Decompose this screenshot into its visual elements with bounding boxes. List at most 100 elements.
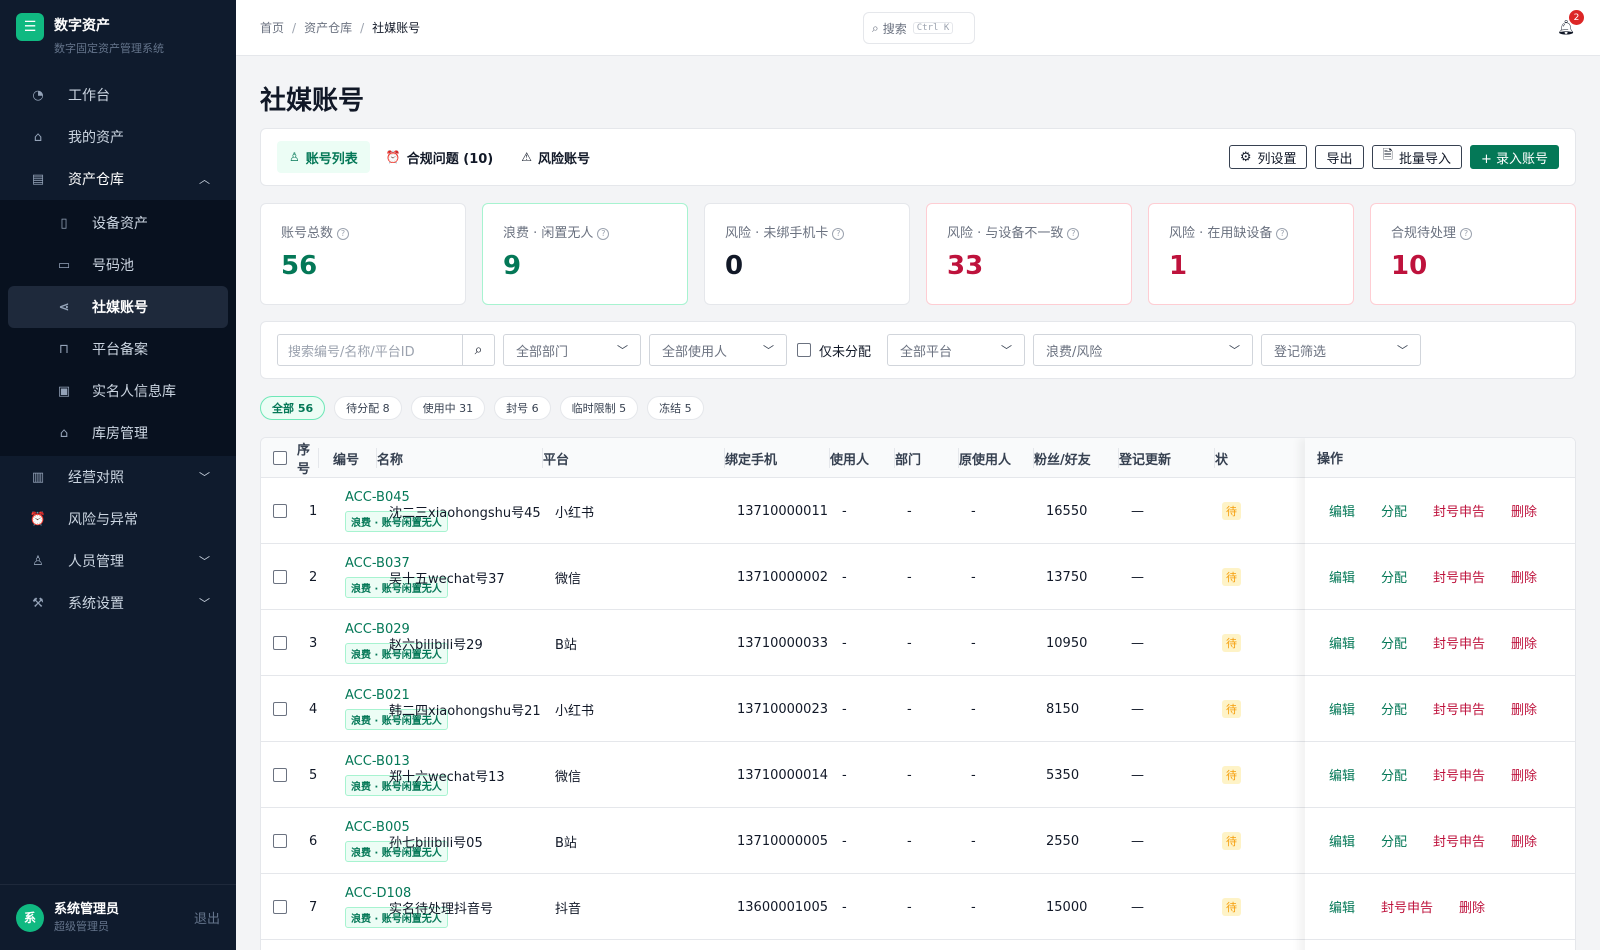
assign-button[interactable]: 分配	[1381, 765, 1407, 784]
export-button[interactable]: 导出	[1315, 145, 1364, 169]
status-pill[interactable]: 全部 56	[260, 396, 326, 420]
register-select[interactable]: 登记筛选 ﹀	[1261, 334, 1422, 366]
sidebar-item-people[interactable]: ♙ 人员管理 ﹀	[0, 540, 236, 582]
row-checkbox[interactable]	[273, 834, 287, 848]
card-icon: ▭	[57, 257, 71, 273]
edit-button[interactable]: 编辑	[1329, 501, 1355, 520]
assign-button[interactable]: 分配	[1381, 831, 1407, 850]
tab-account-list[interactable]: ♙ 账号列表	[277, 141, 370, 173]
unassigned-checkbox[interactable]: 仅未分配	[797, 341, 871, 360]
edit-button[interactable]: 编辑	[1329, 897, 1355, 916]
assign-button[interactable]: 分配	[1381, 567, 1407, 586]
filter-bar: 搜索编号/名称/平台ID ⌕ 全部部门 ﹀ 全部使用人 ﹀ 仅未分配 全部平台 ﹀ 浪…	[260, 321, 1576, 379]
sidebar-item-platform-filing[interactable]: ⊓ 平台备案	[0, 328, 236, 370]
dashboard-icon: ◔	[32, 87, 44, 103]
delete-button[interactable]: 删除	[1511, 501, 1537, 520]
edit-button[interactable]: 编辑	[1329, 633, 1355, 652]
global-search[interactable]: ⌕ 搜索 Ctrl K	[863, 12, 975, 44]
avatar[interactable]: 系	[16, 903, 44, 932]
stat-card[interactable]: 风险 · 在用缺设备? 1	[1148, 203, 1354, 305]
row-checkbox[interactable]	[273, 768, 287, 782]
sidebar-item-workbench[interactable]: ◔ 工作台	[0, 74, 236, 116]
sidebar-item-social-accounts[interactable]: ⋖ 社媒账号	[8, 286, 228, 328]
chevron-down-icon: ﹀	[199, 471, 210, 484]
cell-status: 待	[1222, 742, 1241, 808]
sidebar-item-devices[interactable]: ▯ 设备资产	[0, 202, 236, 244]
row-checkbox[interactable]	[273, 900, 287, 914]
status-pill[interactable]: 临时限制 5	[559, 396, 639, 420]
ban-report-button[interactable]: 封号申告	[1433, 699, 1485, 718]
assign-button[interactable]: 分配	[1381, 699, 1407, 718]
tab-compliance[interactable]: ⏰ 合规问题 (10)	[374, 141, 505, 173]
stat-card[interactable]: 账号总数? 56	[260, 203, 466, 305]
ban-report-button[interactable]: 封号申告	[1433, 501, 1485, 520]
sidebar-item-asset-warehouse[interactable]: ▤ 资产仓库 ︿	[0, 158, 236, 200]
tab-label: 合规问题 (10)	[406, 151, 494, 167]
row-checkbox[interactable]	[273, 570, 287, 584]
stat-card[interactable]: 风险 · 未绑手机卡? 0	[704, 203, 910, 305]
sidebar-item-settings[interactable]: ⚒ 系统设置 ﹀	[0, 582, 236, 624]
column-settings-button[interactable]: ⚙ 列设置	[1228, 145, 1308, 169]
assign-button[interactable]: 分配	[1381, 633, 1407, 652]
column-divider	[318, 448, 319, 468]
cell-dept: -	[907, 833, 912, 849]
edit-button[interactable]: 编辑	[1329, 567, 1355, 586]
sidebar-item-risk[interactable]: ⏰ 风险与异常	[0, 498, 236, 540]
waste-risk-select[interactable]: 浪费/风险 ﹀	[1033, 334, 1254, 366]
user-select[interactable]: 全部使用人 ﹀	[649, 334, 787, 366]
ban-report-button[interactable]: 封号申告	[1433, 831, 1485, 850]
assign-button[interactable]: 分配	[1381, 501, 1407, 520]
sidebar-item-storehouse[interactable]: ⌂ 库房管理	[0, 412, 236, 454]
status-pill[interactable]: 封号 6	[494, 396, 551, 420]
ops-row: 编辑 封号申告 删除	[1305, 874, 1575, 940]
ban-report-button[interactable]: 封号申告	[1433, 567, 1485, 586]
delete-button[interactable]: 删除	[1511, 567, 1537, 586]
ban-report-button[interactable]: 封号申告	[1433, 633, 1485, 652]
stat-card[interactable]: 浪费 · 闲置无人? 9	[482, 203, 688, 305]
status-pill[interactable]: 待分配 8	[334, 396, 402, 420]
sidebar-item-my-assets[interactable]: ⌂ 我的资产	[0, 116, 236, 158]
select-all-checkbox[interactable]	[273, 451, 287, 465]
sidebar-item-label: 经营对照	[68, 470, 124, 486]
sidebar-item-identity-db[interactable]: ▣ 实名人信息库	[0, 370, 236, 412]
notification-bell-icon[interactable]: 🔔︎ 2	[1556, 10, 1584, 38]
th-label: 部门	[895, 452, 922, 468]
cell-name: 郑十六wechat号13	[389, 769, 505, 785]
status-pill[interactable]: 冻结 5	[647, 396, 704, 420]
delete-button[interactable]: 删除	[1511, 831, 1537, 850]
platform-select[interactable]: 全部平台 ﹀	[887, 334, 1026, 366]
edit-button[interactable]: 编辑	[1329, 765, 1355, 784]
th-label: 平台	[543, 452, 570, 468]
logout-button[interactable]: 退出	[194, 908, 220, 927]
stat-card[interactable]: 合规待处理? 10	[1370, 203, 1576, 305]
user-bar: 系 系统管理员 超级管理员 退出	[0, 884, 236, 950]
edit-button[interactable]: 编辑	[1329, 831, 1355, 850]
add-account-button[interactable]: + 录入账号	[1469, 145, 1559, 169]
th-column: 使用人	[830, 438, 895, 478]
cell-name: 赵六bilibili号29	[389, 637, 483, 653]
batch-import-button[interactable]: 🗎︎ 批量导入	[1371, 145, 1462, 169]
delete-button[interactable]: 删除	[1459, 897, 1485, 916]
delete-button[interactable]: 删除	[1511, 765, 1537, 784]
search-button[interactable]: ⌕	[463, 334, 495, 366]
ban-report-button[interactable]: 封号申告	[1381, 897, 1433, 916]
row-checkbox[interactable]	[273, 636, 287, 650]
ban-report-button[interactable]: 封号申告	[1433, 765, 1485, 784]
cell-name: 孙七bilibili号05	[389, 835, 483, 851]
sidebar-item-number-pool[interactable]: ▭ 号码池	[0, 244, 236, 286]
breadcrumb-home[interactable]: 首页	[260, 21, 284, 35]
stat-card[interactable]: 风险 · 与设备不一致? 33	[926, 203, 1132, 305]
checkbox[interactable]	[797, 343, 811, 357]
search-input[interactable]: 搜索编号/名称/平台ID	[277, 334, 463, 366]
sidebar-item-business-compare[interactable]: ▥ 经营对照 ﹀	[0, 456, 236, 498]
row-checkbox[interactable]	[273, 702, 287, 716]
breadcrumb-warehouse[interactable]: 资产仓库	[304, 21, 352, 35]
tab-risk-accounts[interactable]: ⚠ 风险账号	[509, 141, 602, 173]
dept-select[interactable]: 全部部门 ﹀	[503, 334, 641, 366]
stat-label: 合规待处理?	[1391, 222, 1555, 241]
delete-button[interactable]: 删除	[1511, 633, 1537, 652]
row-checkbox[interactable]	[273, 504, 287, 518]
edit-button[interactable]: 编辑	[1329, 699, 1355, 718]
delete-button[interactable]: 删除	[1511, 699, 1537, 718]
status-pill[interactable]: 使用中 31	[410, 396, 486, 420]
